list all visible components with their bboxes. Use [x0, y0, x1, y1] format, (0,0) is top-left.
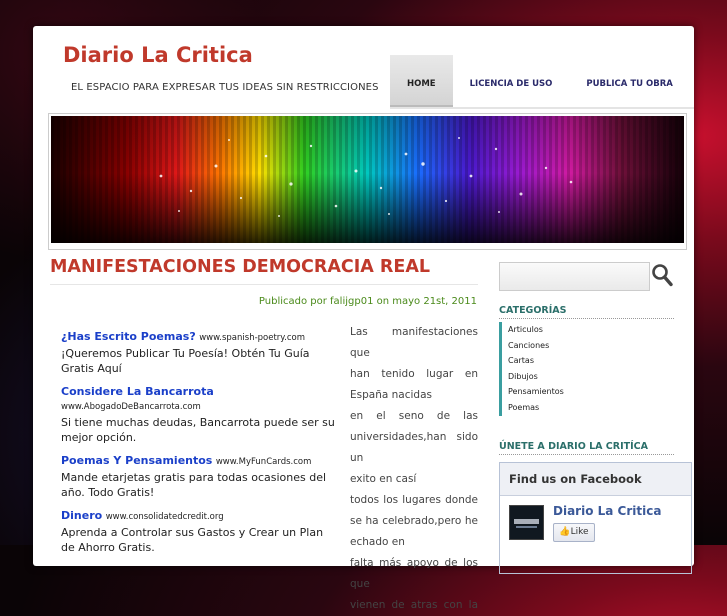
category-cartas[interactable]: Cartas [502, 353, 602, 369]
search-input[interactable] [499, 262, 650, 291]
facebook-widget: Find us on Facebook Diario La Critica 👍L… [499, 462, 692, 574]
nav-home[interactable]: HOME [390, 55, 453, 107]
ad-item: Considere La Bancarrota www.AbogadoDeBan… [61, 385, 335, 445]
ad-item: Dinero www.consolidatedcredit.org Aprend… [61, 509, 335, 555]
ad-url[interactable]: www.AbogadoDeBancarrota.com [61, 402, 201, 412]
main-nav: HOME LICENCIA DE USO PUBLICA TU OBRA [390, 55, 690, 107]
post-line: España nacidas [350, 389, 432, 401]
nav-licencia-de-uso[interactable]: LICENCIA DE USO [453, 55, 570, 107]
post-title[interactable]: MANIFESTACIONES DEMOCRACIA REAL [50, 257, 430, 277]
post-line: en el seno de las [350, 410, 478, 422]
ad-url[interactable]: www.MyFunCards.com [216, 457, 312, 467]
nav-publica-tu-obra[interactable]: PUBLICA TU OBRA [569, 55, 689, 107]
category-pensamientos[interactable]: Pensamientos [502, 384, 602, 400]
ad-title-link[interactable]: Poemas Y Pensamientos [61, 454, 212, 467]
page-container: Diario La Critica EL ESPACIO PARA EXPRES… [33, 26, 694, 611]
spectrum-banner-image [51, 116, 684, 243]
ad-item: Poemas Y Pensamientos www.MyFunCards.com… [61, 454, 335, 500]
ad-description: Mande etarjetas gratis para todas ocasio… [61, 471, 327, 499]
categories-list: Articulos Canciones Cartas Dibujos Pensa… [499, 322, 602, 416]
ad-description: ¡Queremos Publicar Tu Poesía! Obtén Tu G… [61, 347, 310, 375]
post-line: todos los lugares donde [350, 494, 478, 506]
facebook-page-name[interactable]: Diario La Critica [553, 504, 661, 518]
site-tagline: EL ESPACIO PARA EXPRESAR TUS IDEAS SIN R… [71, 82, 379, 93]
ad-block: ¿Has Escrito Poemas? www.spanish-poetry.… [61, 330, 335, 564]
post-line: Las manifestaciones que [350, 326, 478, 359]
like-label: Like [570, 527, 589, 537]
header-banner [48, 113, 687, 250]
search-button[interactable] [651, 263, 673, 287]
ad-title-link[interactable]: Considere La Bancarrota [61, 385, 214, 398]
categories-heading: CATEGORÍAS [499, 305, 567, 316]
category-articulos[interactable]: Articulos [502, 322, 602, 338]
category-canciones[interactable]: Canciones [502, 338, 602, 354]
category-poemas[interactable]: Poemas [502, 400, 602, 416]
facebook-page-thumbnail[interactable] [509, 505, 544, 540]
page-logo-icon [510, 506, 543, 539]
post-line: echado en [350, 536, 405, 548]
post-line: universidades,han sido un [350, 431, 478, 464]
category-dibujos[interactable]: Dibujos [502, 369, 602, 385]
ad-title-link[interactable]: Dinero [61, 509, 102, 522]
join-divider [499, 454, 674, 455]
post-meta: Publicado por falijgp01 on mayo 21st, 20… [258, 296, 477, 307]
site-title[interactable]: Diario La Critica [63, 43, 253, 67]
search-icon [652, 264, 673, 287]
title-divider [50, 284, 478, 285]
thumbs-up-icon: 👍 [559, 527, 571, 537]
post-line: vienen de atras con la [350, 599, 478, 611]
post-line: falta más apoyo de los que [350, 557, 478, 590]
ad-url[interactable]: www.spanish-poetry.com [199, 333, 305, 343]
post-body: Las manifestaciones que han tenido lugar… [350, 322, 478, 616]
ad-description: Aprenda a Controlar sus Gastos y Crear u… [61, 526, 324, 554]
facebook-header: Find us on Facebook [500, 463, 691, 496]
post-line: se ha celebrado,pero he [350, 515, 478, 527]
ad-title-link[interactable]: ¿Has Escrito Poemas? [61, 330, 196, 343]
nav-divider [390, 107, 694, 109]
categories-divider [499, 318, 674, 319]
facebook-like-button[interactable]: 👍Like [553, 523, 595, 542]
ad-description: Si tiene muchas deudas, Bancarrota puede… [61, 416, 335, 444]
post-line: han tenido lugar en [350, 368, 478, 380]
ad-item: ¿Has Escrito Poemas? www.spanish-poetry.… [61, 330, 335, 376]
ad-url[interactable]: www.consolidatedcredit.org [106, 512, 224, 522]
join-heading: ÚNETE A DIARIO LA CRITÍCA [499, 441, 648, 452]
post-line: exito en casí [350, 473, 417, 485]
